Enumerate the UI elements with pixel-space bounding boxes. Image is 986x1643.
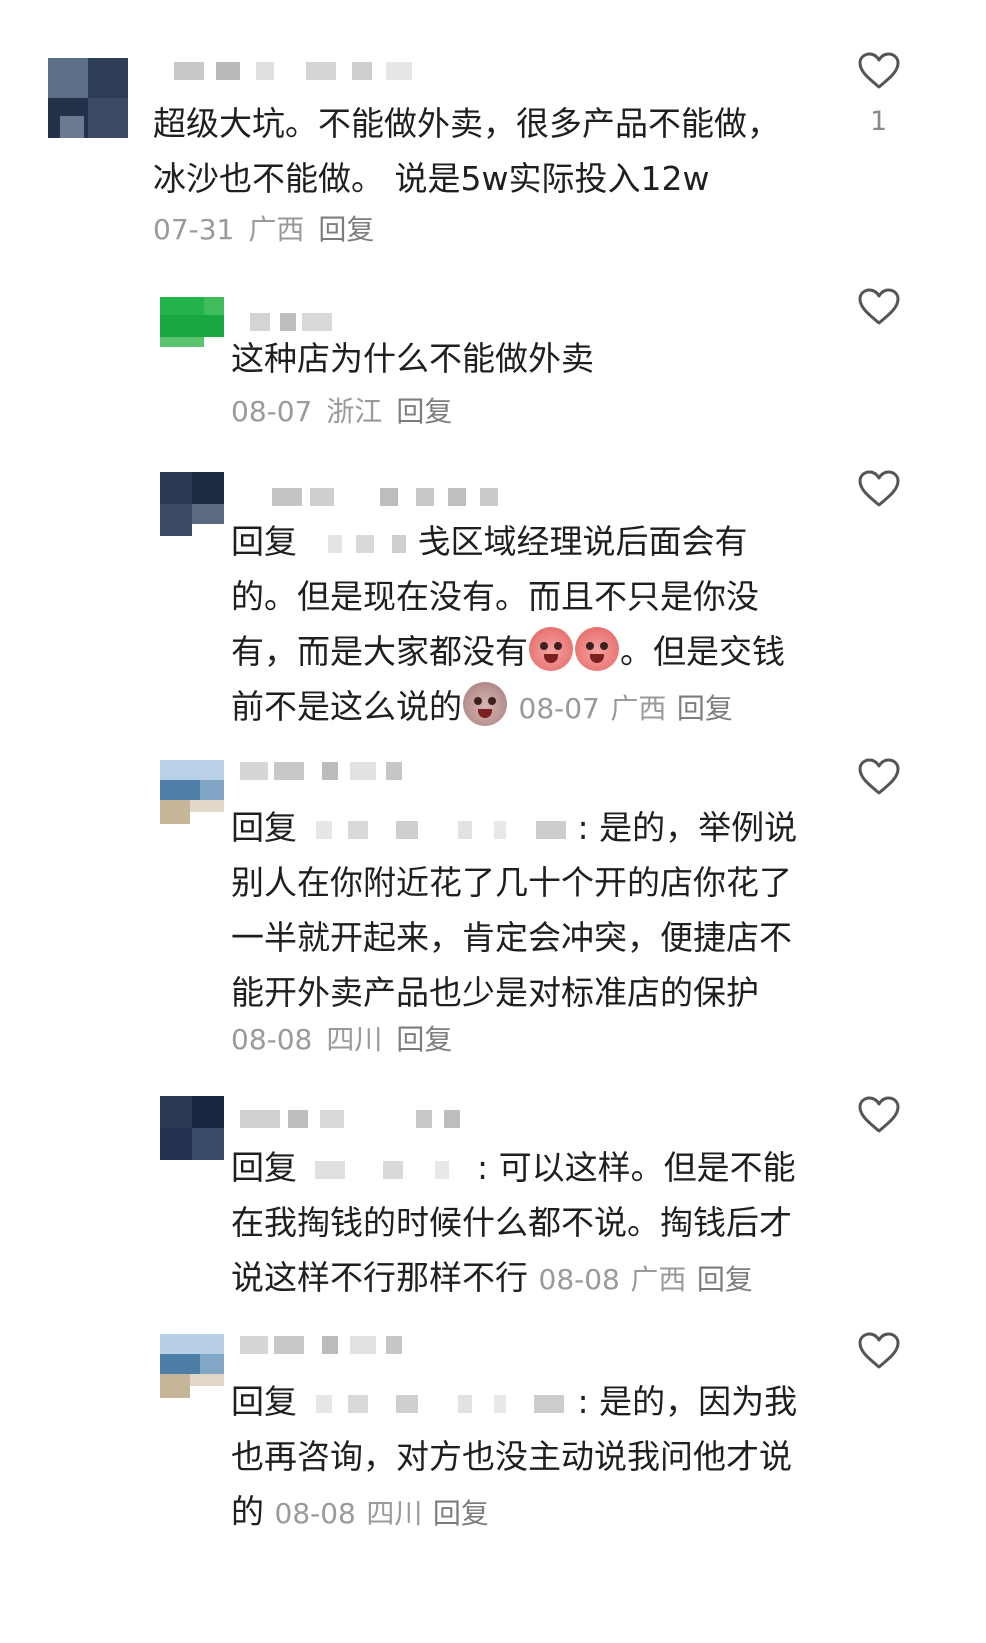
comment-date: 08-07 [518, 692, 600, 725]
like-button[interactable] [858, 758, 900, 796]
emoji-crying-icon [463, 682, 507, 726]
avatar[interactable] [160, 1334, 224, 1398]
username-blurred[interactable] [230, 1336, 410, 1362]
mentioned-user-blurred[interactable] [308, 1394, 578, 1413]
comment-location: 四川 [326, 1023, 383, 1056]
reply-button[interactable]: 回复 [697, 1263, 753, 1296]
heart-outline-icon [858, 1332, 900, 1369]
like-button[interactable] [858, 288, 900, 326]
reply-prefix: 回复 [231, 522, 297, 561]
avatar[interactable] [160, 472, 224, 536]
comment-text: 回复 : 是的，举例说别人在你附近花了几十个开的店你花了一半就开起来，肯定会冲突… [231, 800, 821, 1020]
avatar[interactable] [160, 297, 224, 347]
comment-text: 这种店为什么不能做外卖 [231, 339, 594, 378]
comment-date: 08-08 [231, 1023, 313, 1056]
comment-meta: 07-31 广西 回复 [153, 210, 388, 250]
comment-location: 广西 [610, 692, 667, 725]
username-blurred[interactable] [230, 762, 410, 788]
comment-location: 四川 [366, 1497, 423, 1530]
comment-text-part: : 是的，举例说别人在你附近花了几十个开的店你花了一半就开起来，肯定会冲突，便捷… [231, 808, 798, 1012]
avatar[interactable] [160, 760, 224, 824]
comment-location: 广西 [630, 1263, 687, 1296]
heart-outline-icon [858, 1096, 900, 1133]
username-blurred[interactable] [230, 488, 510, 514]
reply-button[interactable]: 回复 [677, 692, 733, 725]
comment-text: 回复 : 可以这样。但是不能在我掏钱的时候什么都不说。掏钱后才说这样不行那样不行… [231, 1140, 821, 1307]
comment-date: 08-08 [538, 1263, 620, 1296]
comment-location: 广西 [248, 213, 305, 246]
like-button[interactable] [858, 1332, 900, 1370]
reply-button[interactable]: 回复 [318, 213, 374, 246]
comment-meta: 08-07 浙江 回复 [231, 392, 466, 432]
heart-outline-icon [858, 758, 900, 795]
emoji-angry-icon [529, 627, 573, 671]
comment-date: 07-31 [153, 213, 235, 246]
comment-date: 08-07 [231, 395, 313, 428]
mentioned-user-blurred[interactable] [308, 534, 418, 553]
mentioned-user-blurred[interactable] [297, 1160, 477, 1179]
reply-prefix: 回复 [231, 1148, 297, 1187]
mentioned-user-blurred[interactable] [308, 820, 578, 839]
username-blurred[interactable] [156, 62, 416, 88]
reply-prefix: 回复 [231, 1382, 297, 1421]
reply-button[interactable]: 回复 [433, 1497, 489, 1530]
avatar[interactable] [160, 1096, 224, 1160]
like-button[interactable] [858, 470, 900, 508]
comment-text: 超级大坑。不能做外卖，很多产品不能做，冰沙也不能做。 说是5w实际投入12w [153, 104, 780, 198]
heart-outline-icon [858, 288, 900, 325]
heart-outline-icon [858, 52, 900, 89]
comment-item: 超级大坑。不能做外卖，很多产品不能做，冰沙也不能做。 说是5w实际投入12w 0… [0, 0, 986, 260]
reply-button[interactable]: 回复 [396, 1023, 452, 1056]
avatar[interactable] [48, 58, 128, 138]
comment-text: 回复 : 是的，因为我也再咨询，对方也没主动说我问他才说的 08-08 四川 回… [231, 1374, 821, 1541]
comment-location: 浙江 [326, 395, 383, 428]
comment-meta: 08-08 四川 回复 [231, 1020, 466, 1060]
like-button[interactable] [858, 1096, 900, 1134]
reply-prefix: 回复 [231, 808, 297, 847]
like-button[interactable] [858, 52, 900, 90]
comment-text: 回复 戋区域经理说后面会有的。但是现在没有。而且不只是你没有，而是大家都没有 。但… [231, 514, 811, 736]
like-count: 1 [870, 106, 888, 137]
emoji-angry-icon [575, 627, 619, 671]
comment-date: 08-08 [274, 1497, 356, 1530]
reply-button[interactable]: 回复 [396, 395, 452, 428]
heart-outline-icon [858, 470, 900, 507]
username-blurred[interactable] [230, 1110, 470, 1136]
